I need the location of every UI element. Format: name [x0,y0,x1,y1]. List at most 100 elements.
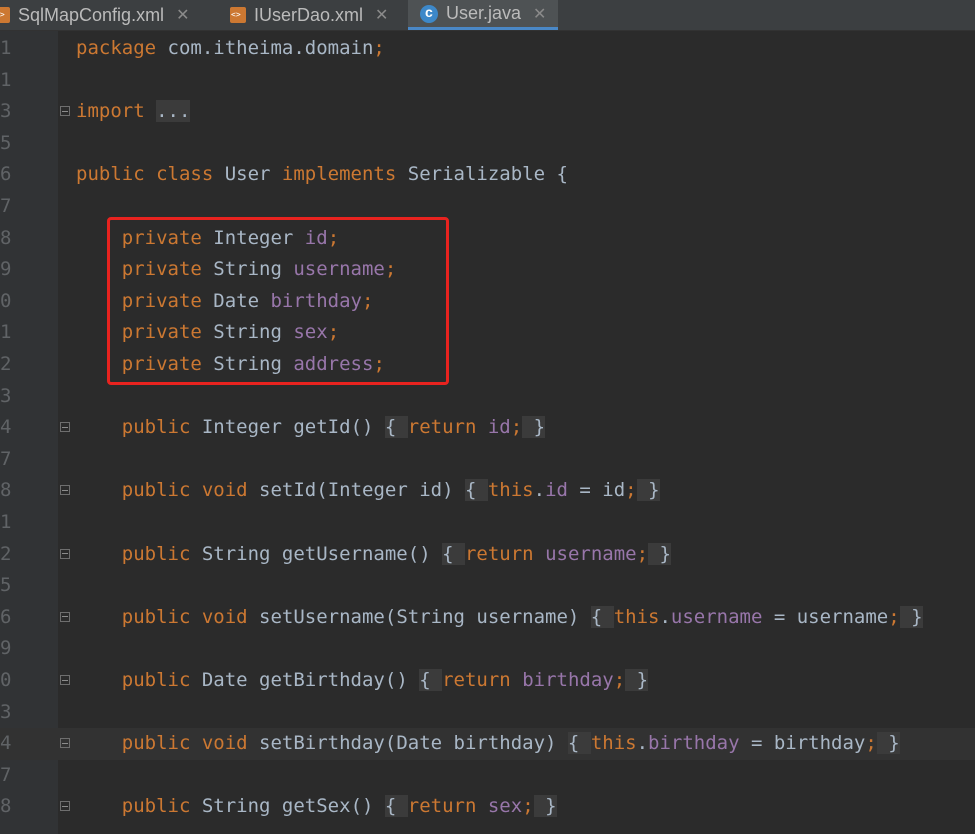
code-token: } [899,605,923,628]
line-number: 4 [0,416,12,439]
editor-tab-bar: SqlMapConfig.xml ✕ IUserDao.xml ✕ User.j… [0,0,975,31]
fold-toggle-icon[interactable] [60,106,70,117]
fold-toggle-icon[interactable] [60,422,70,433]
code-line[interactable]: 8 public void setId(Integer id) { this.i… [0,475,975,507]
code-token: this [613,605,660,628]
line-number: 1 [0,321,12,344]
code-token: ; [636,542,649,565]
line-number: 8 [0,479,12,502]
code-token: { [464,479,488,502]
code-line[interactable]: 9 [0,633,975,665]
code-editor[interactable]: 1 package com.itheima.domain; 1 3 import ...… [0,31,975,834]
code-token: com.itheima.domain [167,37,374,59]
code-text: public Integer getId() { return id; } [76,412,546,444]
tab-label: User.java [446,3,522,23]
code-token: public void [121,479,260,502]
code-token: { [419,669,443,691]
code-line[interactable]: 7 [0,760,975,792]
code-line[interactable]: 0 public Date getBirthday() { return bir… [0,665,975,697]
code-token: User [224,163,282,186]
code-token: import [76,100,157,123]
code-line[interactable]: 2 public String getUsername() { return u… [0,539,975,571]
code-line[interactable]: 3 [0,381,975,413]
code-token: (Integer id) [316,479,465,502]
tab-label: SqlMapConfig.xml [18,4,165,25]
close-icon[interactable]: ✕ [375,5,388,25]
code-line[interactable]: 4 public Integer getId() { return id; } [0,412,975,444]
code-line[interactable]: 6 public void setUsername(String usernam… [0,602,975,634]
code-token: () [407,542,443,565]
tab-user-java[interactable]: User.java ✕ [408,0,558,30]
fold-toggle-icon[interactable] [60,485,70,496]
line-number: 7 [0,195,12,217]
code-line[interactable]: 5 [0,570,975,602]
code-token: return [407,416,488,439]
code-text: public void setUsername(String username)… [76,602,923,634]
fold-toggle-icon[interactable] [60,548,70,559]
code-token: ... [156,100,191,123]
code-token: { [384,416,408,439]
xml-file-icon [230,7,246,23]
code-text: public void setId(Integer id) { this.id … [76,475,660,507]
fold-toggle-icon[interactable] [60,738,70,749]
fold-toggle-icon[interactable] [60,675,70,685]
code-line[interactable]: 4 public void setBirthday(Date birthday)… [0,728,975,760]
fold-toggle-icon[interactable] [60,801,70,812]
code-line[interactable]: 6 public class User implements Serializab… [0,159,975,191]
code-line[interactable]: 1 [0,507,975,539]
line-number: 3 [0,100,12,123]
line-number: 2 [0,353,12,375]
code-token: = id [579,479,626,502]
close-icon[interactable]: ✕ [533,4,546,24]
code-token: () [350,416,385,439]
code-token: = birthday [750,732,866,755]
code-token: Serializable { [407,163,568,186]
code-text: public class User implements Serializabl… [76,159,568,191]
line-number: 3 [0,700,12,723]
fold-toggle-icon[interactable] [60,611,70,622]
code-line[interactable]: 1 package com.itheima.domain; [0,33,975,65]
code-token: . [659,605,671,628]
line-number: 1 [0,68,12,91]
code-token: . [636,732,649,755]
line-number: 1 [0,37,12,59]
code-token: { [384,795,408,818]
code-token: (String username) [384,605,591,628]
code-token: public [121,669,202,691]
code-token: getSex [281,795,351,818]
code-token: } [876,732,900,755]
line-number: 0 [0,669,12,691]
code-token: return [442,669,523,691]
code-token: public [121,795,202,818]
code-token: getId [293,416,351,439]
tab-iuserdao[interactable]: IUserDao.xml ✕ [230,0,402,30]
code-line[interactable]: 1 [0,65,975,97]
line-number: 1 [0,511,12,533]
code-token: public void [121,732,260,755]
tab-sqlmapconfig[interactable]: SqlMapConfig.xml ✕ [0,0,212,30]
code-line[interactable]: 3 import ... [0,96,975,128]
code-line[interactable]: 3 [0,697,975,729]
code-token: String [201,795,282,818]
code-token: public void [121,605,260,628]
code-token: . [533,479,546,502]
code-token: public class [76,163,225,186]
code-line[interactable]: 5 [0,128,975,160]
code-token: username [670,605,774,628]
code-line[interactable]: 8 public String getSex() { return sex; } [0,791,975,823]
highlight-annotation-box [107,217,449,385]
code-text: import ... [76,96,191,128]
line-number: 0 [0,289,12,312]
code-token: ; [613,669,626,691]
code-token: } [533,795,557,818]
code-token: (Date birthday) [384,732,568,755]
code-line[interactable]: 7 [0,444,975,476]
code-token: setUsername [259,605,385,628]
code-token: package [76,37,168,59]
line-number: 5 [0,574,12,597]
close-icon[interactable]: ✕ [176,5,189,25]
line-number: 2 [0,542,12,565]
